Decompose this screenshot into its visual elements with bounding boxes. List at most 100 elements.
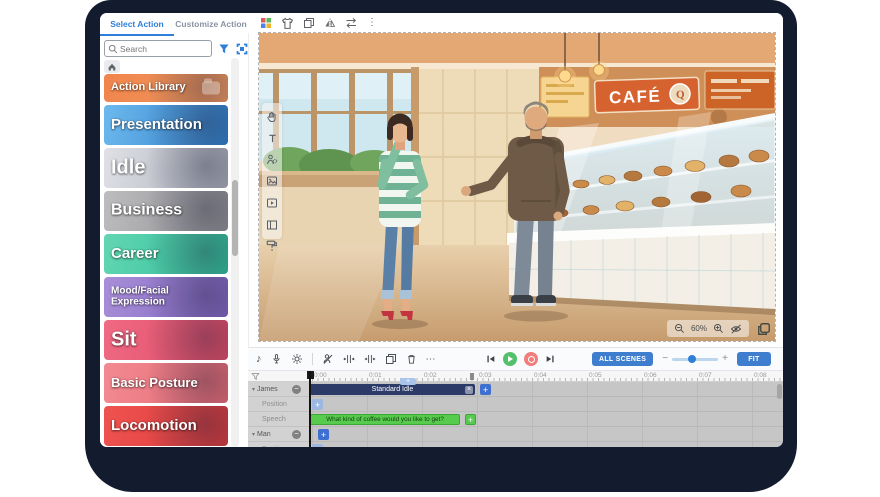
category-mood-facial-expression[interactable]: Mood/Facial Expression [104, 277, 228, 317]
clip-standard-idle[interactable]: Standard Idle × [310, 384, 475, 395]
swap-icon[interactable] [345, 17, 358, 29]
clip-speech[interactable]: What kind of coffee would you like to ge… [310, 414, 460, 425]
home-icon [107, 62, 117, 72]
image-tool-icon[interactable] [266, 175, 278, 187]
timeline-more-icon[interactable]: ⋯ [426, 354, 436, 365]
paint-roller-icon[interactable] [265, 239, 278, 252]
track-speech-lane[interactable]: What kind of coffee would you like to ge… [310, 412, 783, 427]
category-sit[interactable]: Sit [104, 320, 228, 360]
track-position-lane[interactable]: + [310, 442, 783, 447]
timeline-zoom-slider: − + [662, 354, 728, 364]
remove-track-icon[interactable]: − [292, 430, 301, 439]
slider-track[interactable] [672, 358, 718, 361]
duplicate-icon[interactable] [303, 17, 315, 29]
playhead-line[interactable] [309, 371, 311, 447]
category-business[interactable]: Business [104, 191, 228, 231]
track-position-name[interactable]: Position [248, 442, 310, 447]
video-tool-icon[interactable] [266, 197, 278, 209]
copy-clip-icon[interactable] [385, 353, 397, 365]
search-field[interactable] [118, 43, 208, 55]
track-speech-name[interactable]: Speech [248, 412, 310, 427]
track-filter-icon[interactable] [251, 372, 260, 381]
expand-selection-icon[interactable] [236, 43, 248, 55]
panel-scrollbar-thumb[interactable] [232, 180, 238, 256]
microphone-icon[interactable] [271, 353, 282, 365]
text-tool-icon[interactable] [267, 133, 278, 144]
more-options-icon[interactable]: ⋮ [367, 18, 377, 28]
timeline-scrollbar-thumb[interactable] [777, 384, 782, 399]
add-clip-button[interactable]: + [480, 384, 491, 395]
scene-viewport[interactable]: CAFÉ Q [259, 33, 775, 341]
search-row [104, 40, 245, 57]
track-james-name[interactable]: ▾ James − [248, 382, 310, 397]
record-icon [528, 356, 535, 363]
add-clip-button[interactable]: + [318, 429, 329, 440]
pan-hand-icon[interactable] [266, 111, 278, 123]
hide-camera-icon[interactable] [730, 323, 742, 335]
search-icon [108, 44, 118, 54]
timeline-ruler[interactable]: 0:00 0:01 0:02 0:03 0:04 0:05 0:06 0:07 … [248, 371, 783, 382]
viewport-zoom-controls: 60% [667, 320, 749, 337]
effect-icon[interactable] [291, 353, 303, 365]
slider-knob[interactable] [688, 355, 696, 363]
tab-select-action[interactable]: Select Action [100, 13, 174, 36]
ruler-ticks [312, 378, 783, 381]
remove-track-icon[interactable]: − [292, 385, 301, 394]
clip-close-icon[interactable]: × [465, 386, 473, 394]
audio-note-icon[interactable]: ♪ [256, 353, 262, 365]
fit-button[interactable]: FIT [737, 352, 771, 366]
track-man-name[interactable]: ▾ Man − [248, 427, 310, 442]
track-position-lane[interactable]: + [310, 397, 783, 412]
tab-customize-action[interactable]: Customize Action [174, 13, 248, 36]
track-man-lane[interactable]: + [310, 427, 783, 442]
hide-character-icon[interactable] [322, 353, 334, 365]
app-window: Select Action Customize Action [100, 13, 783, 447]
track-position-name[interactable]: Position [248, 397, 310, 412]
outfit-icon[interactable] [281, 17, 294, 30]
panel-divider [248, 13, 249, 347]
laptop-frame: Select Action Customize Action [85, 0, 797, 492]
category-locomotion[interactable]: Locomotion [104, 406, 228, 446]
material-color-icon[interactable] [260, 17, 272, 29]
category-presentation[interactable]: Presentation [104, 105, 228, 145]
track-james: ▾ James − Standard Idle × + [248, 382, 783, 397]
scene-tools [262, 103, 282, 239]
zoom-level: 60% [691, 324, 707, 333]
category-action-library[interactable]: Action Library [104, 74, 228, 102]
search-input[interactable] [104, 40, 212, 57]
slider-plus[interactable]: + [722, 354, 728, 364]
record-button[interactable] [524, 352, 538, 366]
home-button[interactable] [104, 60, 120, 73]
add-position-key-button[interactable]: + [312, 444, 323, 447]
zoom-out-icon[interactable] [674, 323, 685, 334]
timeline-toolbar: ♪ [248, 347, 783, 371]
all-scenes-button[interactable]: ALL SCENES [592, 352, 653, 366]
shrink-clip-icon[interactable] [364, 353, 376, 365]
fullscreen-icon[interactable] [757, 322, 771, 336]
add-speech-button[interactable]: + [465, 414, 476, 425]
chevron-down-icon[interactable]: ▾ [252, 386, 255, 393]
category-basic-posture[interactable]: Basic Posture [104, 363, 228, 403]
play-button[interactable] [503, 352, 517, 366]
actor-tool-icon[interactable] [266, 154, 278, 166]
chevron-down-icon[interactable]: ▾ [252, 431, 255, 438]
panel-scrollbar[interactable] [231, 58, 239, 447]
mirror-flip-icon[interactable] [324, 17, 336, 29]
filter-icon[interactable] [218, 43, 230, 55]
add-position-key-button[interactable]: + [312, 399, 323, 410]
zoom-in-icon[interactable] [713, 323, 724, 334]
timeline-tracks: ▾ James − Standard Idle × + [248, 382, 783, 447]
category-career[interactable]: Career [104, 234, 228, 274]
page: Select Action Customize Action [0, 0, 880, 497]
add-transition-tab[interactable]: + [400, 378, 416, 385]
skip-start-icon[interactable] [486, 354, 496, 364]
range-end-marker[interactable] [470, 373, 474, 380]
split-panel-icon[interactable] [266, 219, 278, 231]
track-james-lane[interactable]: Standard Idle × + [310, 382, 783, 397]
category-idle[interactable]: Idle [104, 148, 228, 188]
slider-minus[interactable]: − [662, 354, 668, 364]
track-james-position: Position + [248, 397, 783, 412]
expand-clip-icon[interactable] [343, 353, 355, 365]
skip-end-icon[interactable] [545, 354, 555, 364]
delete-icon[interactable] [406, 353, 417, 365]
